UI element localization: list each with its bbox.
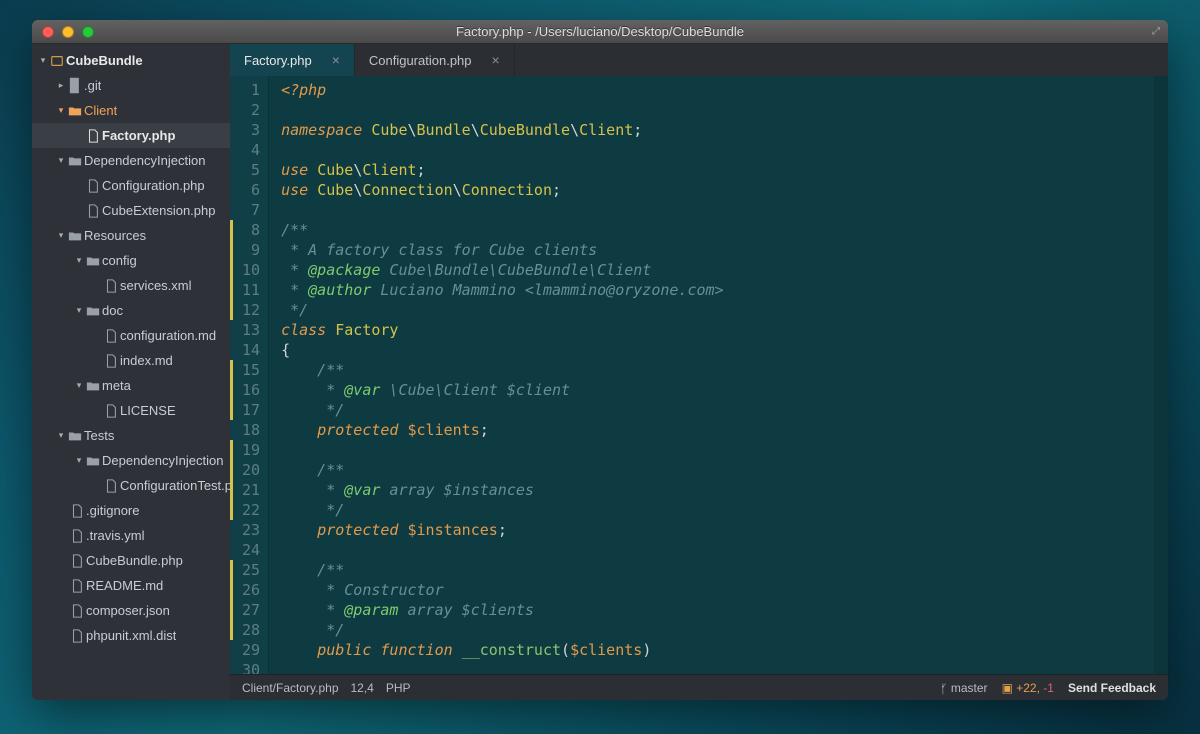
- tree-file-cubebundle[interactable]: CubeBundle.php: [32, 548, 230, 573]
- file-icon: [102, 329, 120, 343]
- tab-configuration[interactable]: Configuration.php ×: [355, 44, 515, 76]
- branch-icon: ᚶ: [940, 682, 947, 696]
- tree-folder-doc[interactable]: ▾ doc: [32, 298, 230, 323]
- tree-file-services[interactable]: services.xml: [32, 273, 230, 298]
- file-icon: [68, 604, 86, 618]
- tree-file-index-md[interactable]: index.md: [32, 348, 230, 373]
- file-icon: [68, 504, 86, 518]
- folder-icon: [66, 429, 84, 443]
- folder-icon: [66, 229, 84, 243]
- folder-icon: [66, 154, 84, 168]
- tree-folder-meta[interactable]: ▾ meta: [32, 373, 230, 398]
- tree-file-travis[interactable]: .travis.yml: [32, 523, 230, 548]
- folder-open-icon: [66, 104, 84, 118]
- folder-icon: [84, 254, 102, 268]
- folder-icon: [84, 304, 102, 318]
- git-diff-stat[interactable]: ▣ +22, -1: [1002, 681, 1054, 695]
- file-icon: [102, 279, 120, 293]
- fullscreen-icon[interactable]: ⤢: [1152, 26, 1160, 37]
- line-gutter[interactable]: 1234567891011121314151617181920212223242…: [230, 76, 269, 674]
- tree-folder-di2[interactable]: ▾ DependencyInjection: [32, 448, 230, 473]
- tree-file-conftest[interactable]: ConfigurationTest.php: [32, 473, 230, 498]
- tree-file-composer[interactable]: composer.json: [32, 598, 230, 623]
- minimize-icon[interactable]: [62, 26, 74, 38]
- project-icon: [48, 54, 66, 68]
- tree-file-readme[interactable]: README.md: [32, 573, 230, 598]
- tree-file-license[interactable]: LICENSE: [32, 398, 230, 423]
- window-title: Factory.php - /Users/luciano/Desktop/Cub…: [456, 24, 744, 39]
- project-root[interactable]: ▾ CubeBundle: [32, 48, 230, 73]
- file-icon: [102, 354, 120, 368]
- close-tab-icon[interactable]: ×: [492, 52, 500, 68]
- tree-file-factory[interactable]: Factory.php: [32, 123, 230, 148]
- status-cursor-pos[interactable]: 12,4: [351, 681, 374, 695]
- file-icon: [102, 479, 120, 493]
- file-icon: [84, 204, 102, 218]
- tree-file-phpunit[interactable]: phpunit.xml.dist: [32, 623, 230, 648]
- file-tree[interactable]: ▾ CubeBundle ▸▉ .git ▾ Client Factory.ph…: [32, 44, 230, 700]
- file-icon: [84, 129, 102, 143]
- folder-icon: [84, 379, 102, 393]
- zoom-icon[interactable]: [82, 26, 94, 38]
- folder-icon: [84, 454, 102, 468]
- tree-folder-git[interactable]: ▸▉ .git: [32, 73, 230, 98]
- file-icon: [68, 629, 86, 643]
- tree-file-cubeext[interactable]: CubeExtension.php: [32, 198, 230, 223]
- close-icon[interactable]: [42, 26, 54, 38]
- tab-label: Factory.php: [244, 53, 312, 68]
- folder-icon: ▉: [66, 78, 84, 94]
- code-area[interactable]: 1234567891011121314151617181920212223242…: [230, 76, 1168, 674]
- tree-folder-di[interactable]: ▾ DependencyInjection: [32, 148, 230, 173]
- git-branch[interactable]: ᚶ master: [940, 681, 987, 695]
- file-icon: [68, 554, 86, 568]
- send-feedback-button[interactable]: Send Feedback: [1068, 681, 1156, 695]
- tree-file-gitignore[interactable]: .gitignore: [32, 498, 230, 523]
- code-content[interactable]: <?phpnamespace Cube\Bundle\CubeBundle\Cl…: [269, 76, 1154, 674]
- status-path[interactable]: Client/Factory.php: [242, 681, 339, 695]
- tree-folder-tests[interactable]: ▾ Tests: [32, 423, 230, 448]
- file-icon: [84, 179, 102, 193]
- close-tab-icon[interactable]: ×: [332, 52, 340, 68]
- tree-file-config-php[interactable]: Configuration.php: [32, 173, 230, 198]
- tab-label: Configuration.php: [369, 53, 472, 68]
- tab-bar: Factory.php × Configuration.php ×: [230, 44, 1168, 76]
- tree-folder-resources[interactable]: ▾ Resources: [32, 223, 230, 248]
- editor-pane: Factory.php × Configuration.php × 123456…: [230, 44, 1168, 700]
- titlebar[interactable]: Factory.php - /Users/luciano/Desktop/Cub…: [32, 20, 1168, 44]
- status-bar: Client/Factory.php 12,4 PHP ᚶ master ▣ +…: [230, 674, 1168, 700]
- tree-folder-config[interactable]: ▾ config: [32, 248, 230, 273]
- tree-file-conf-md[interactable]: configuration.md: [32, 323, 230, 348]
- editor-window: Factory.php - /Users/luciano/Desktop/Cub…: [32, 20, 1168, 700]
- tree-folder-client[interactable]: ▾ Client: [32, 98, 230, 123]
- diff-icon: ▣: [1002, 681, 1013, 695]
- file-icon: [68, 579, 86, 593]
- file-icon: [102, 404, 120, 418]
- tab-factory[interactable]: Factory.php ×: [230, 44, 355, 76]
- scrollbar[interactable]: [1154, 76, 1168, 674]
- status-language[interactable]: PHP: [386, 681, 411, 695]
- file-icon: [68, 529, 86, 543]
